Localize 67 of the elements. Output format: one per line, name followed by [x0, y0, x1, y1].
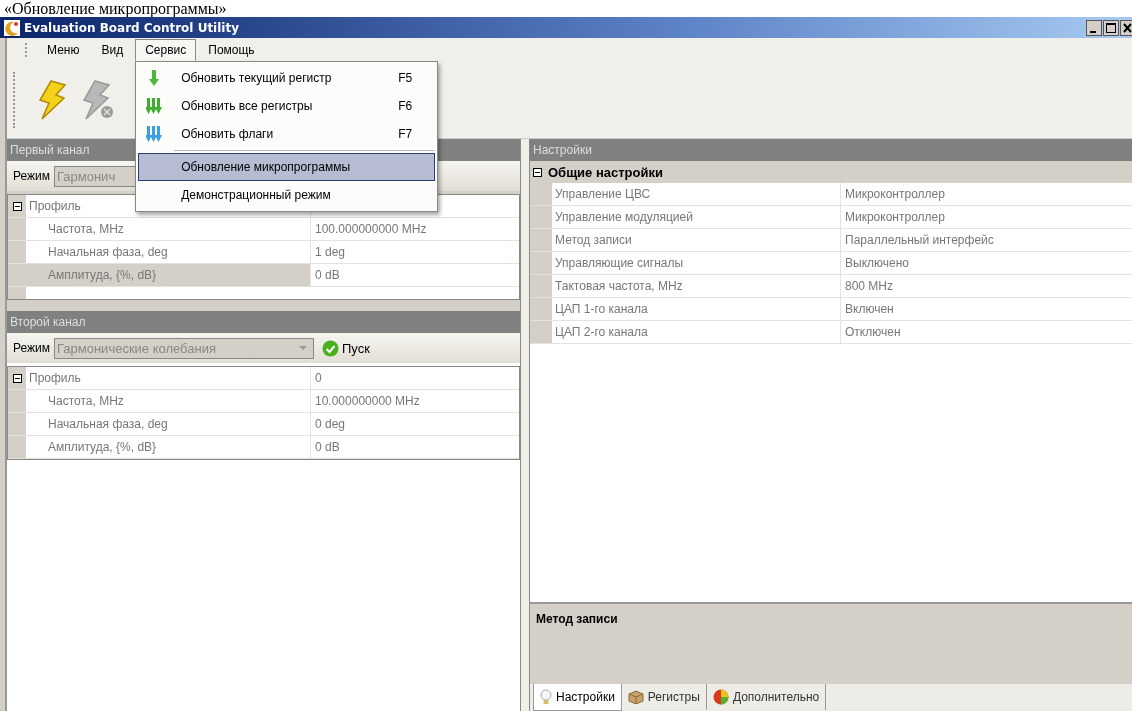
- description-title: Метод записи: [536, 612, 618, 626]
- mode-label: Режим: [13, 169, 50, 183]
- mode-label: Режим: [13, 341, 50, 355]
- property-name[interactable]: Управление модуляцией: [552, 206, 841, 228]
- close-button[interactable]: [1120, 19, 1132, 36]
- property-name[interactable]: Амплитуда, {%, dB}: [26, 436, 311, 458]
- lightbulb-icon: [540, 689, 552, 705]
- menu-item[interactable]: Вид: [91, 39, 134, 61]
- box-icon: [627, 690, 644, 704]
- panel-header: Настройки: [530, 139, 1132, 161]
- property-value: Выключено: [844, 255, 910, 272]
- tab[interactable]: Настройки: [533, 684, 622, 711]
- property-value: 100.000000000 MHz: [314, 221, 428, 238]
- property-group: Профиль: [26, 367, 311, 389]
- panel-header: Второй канал: [7, 311, 520, 333]
- property-value: 10.000000000 MHz: [314, 393, 421, 410]
- menu-entry[interactable]: Демонстрационный режим: [138, 181, 436, 209]
- pie-chart-icon: [712, 689, 729, 705]
- collapse-icon[interactable]: [533, 167, 542, 177]
- check-icon: [322, 339, 339, 357]
- menu-item[interactable]: Помощь: [198, 39, 265, 61]
- menu-entry[interactable]: Обновить все регистры F6: [138, 92, 436, 120]
- app-icon: [4, 19, 20, 36]
- menu-item[interactable]: Сервис: [135, 39, 197, 61]
- triple-arrow-icon: [146, 98, 163, 114]
- tab[interactable]: Регистры: [621, 684, 707, 710]
- triple-arrow-icon: [146, 126, 163, 142]
- property-value: 0 dB: [314, 439, 341, 456]
- lightning-icon[interactable]: [37, 80, 67, 120]
- property-name[interactable]: Частота, MHz: [26, 390, 311, 412]
- window-title: Evaluation Board Control Utility: [24, 20, 241, 35]
- property-value: 800 MHz: [844, 278, 895, 295]
- property-value: Микроконтроллер: [844, 186, 946, 203]
- property-name[interactable]: Амплитуда, {%, dB}: [26, 264, 311, 286]
- property-value: 1 deg: [314, 244, 347, 261]
- property-value: 0: [314, 370, 323, 387]
- property-name[interactable]: ЦАП 2-го канала: [552, 321, 841, 343]
- property-value: Включен: [844, 301, 895, 318]
- document-caption: «Обновление микропрограммы»: [3, 0, 228, 17]
- minimize-button[interactable]: [1086, 19, 1102, 36]
- menu-item[interactable]: Меню: [37, 39, 90, 61]
- property-name[interactable]: Начальная фаза, deg: [26, 413, 311, 435]
- property-name[interactable]: Тактовая частота, MHz: [552, 275, 841, 297]
- start-button[interactable]: Пуск: [318, 339, 374, 357]
- down-arrow-icon: [149, 70, 160, 86]
- shortcut-label: F7: [398, 127, 414, 141]
- category-label: Общие настройки: [548, 164, 663, 180]
- property-value: Параллельный интерфейс: [844, 232, 995, 249]
- shortcut-label: F5: [398, 71, 414, 85]
- property-name[interactable]: Метод записи: [552, 229, 841, 251]
- menu-entry[interactable]: Обновление микропрограммы: [138, 153, 436, 181]
- dropdown-caret-icon: [299, 346, 307, 350]
- property-value: Микроконтроллер: [844, 209, 946, 226]
- property-name[interactable]: Начальная фаза, deg: [26, 241, 311, 263]
- property-name[interactable]: Управление ЦВС: [552, 183, 841, 205]
- property-value: 0 deg: [314, 416, 347, 433]
- menu-entry[interactable]: Обновить текущий регистр F5: [138, 64, 436, 92]
- collapse-icon[interactable]: [12, 373, 22, 383]
- property-name[interactable]: ЦАП 1-го канала: [552, 298, 841, 320]
- shortcut-label: F6: [398, 99, 414, 113]
- collapse-icon[interactable]: [12, 201, 22, 211]
- tab[interactable]: Дополнительно: [706, 684, 827, 710]
- maximize-button[interactable]: [1103, 19, 1119, 36]
- property-name[interactable]: Управляющие сигналы: [552, 252, 841, 274]
- property-value: 0 dB: [314, 267, 341, 284]
- property-name[interactable]: Частота, MHz: [26, 218, 311, 240]
- property-value: Отключен: [844, 324, 902, 341]
